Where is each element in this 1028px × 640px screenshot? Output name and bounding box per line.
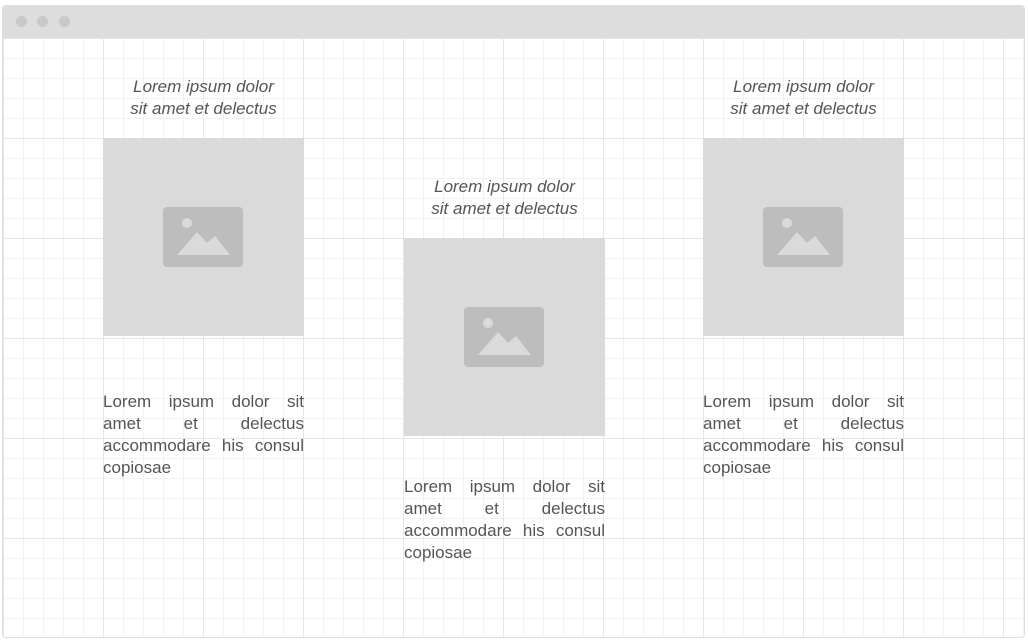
browser-window: Lorem ipsum dolor sit amet et delectus L… (2, 5, 1025, 638)
card-body-text: Lorem ipsum dolor sit amet et delectus a… (103, 392, 304, 477)
window-maximize-dot[interactable] (59, 16, 70, 27)
card-heading: Lorem ipsum dolor sit amet et delectus (119, 76, 289, 120)
window-minimize-dot[interactable] (37, 16, 48, 27)
content-card-3: Lorem ipsum dolor sit amet et delectus (703, 76, 904, 120)
image-placeholder-icon (464, 307, 544, 367)
image-placeholder-icon (763, 207, 843, 267)
card-heading-line: sit amet et delectus (431, 199, 578, 218)
card-heading-line: Lorem ipsum dolor (434, 177, 575, 196)
window-titlebar (3, 6, 1024, 38)
card-heading: Lorem ipsum dolor sit amet et delectus (719, 76, 889, 120)
card-body-text: Lorem ipsum dolor sit amet et delectus a… (703, 392, 904, 477)
card-body-text: Lorem ipsum dolor sit amet et delectus a… (404, 477, 605, 562)
card-heading-line: Lorem ipsum dolor (733, 77, 874, 96)
card-heading-line: sit amet et delectus (130, 99, 277, 118)
card-heading-line: Lorem ipsum dolor (133, 77, 274, 96)
card-heading: Lorem ipsum dolor sit amet et delectus (420, 176, 590, 220)
content-card-1: Lorem ipsum dolor sit amet et delectus (103, 76, 304, 120)
image-placeholder-1 (103, 138, 304, 336)
image-placeholder-2 (404, 238, 605, 436)
card-heading-line: sit amet et delectus (730, 99, 877, 118)
window-close-dot[interactable] (16, 16, 27, 27)
image-placeholder-3 (703, 138, 904, 336)
content-card-2: Lorem ipsum dolor sit amet et delectus (404, 176, 605, 220)
image-placeholder-icon (163, 207, 243, 267)
wireframe-canvas: Lorem ipsum dolor sit amet et delectus L… (3, 38, 1024, 637)
